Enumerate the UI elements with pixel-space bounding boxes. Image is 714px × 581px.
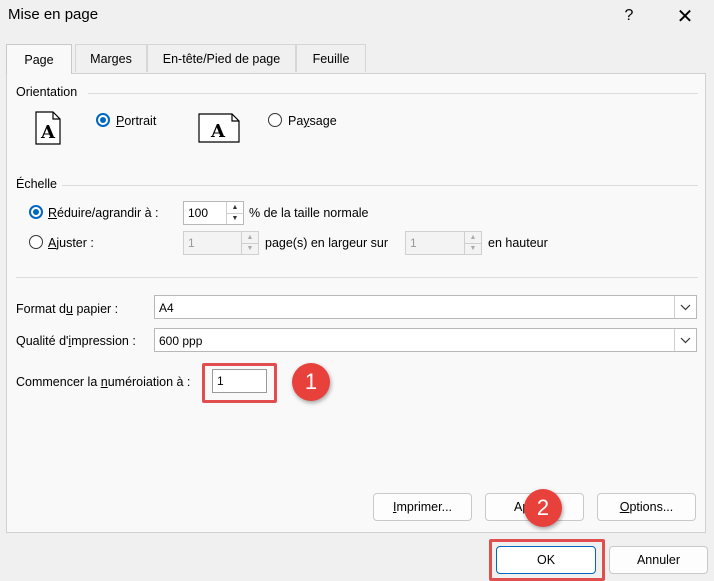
- adjust-to-label[interactable]: Réduire/agrandir à :: [48, 206, 158, 220]
- adjust-to-radio[interactable]: [29, 205, 43, 219]
- spin-down-icon[interactable]: ▼: [227, 214, 243, 225]
- svg-text:A: A: [210, 121, 226, 142]
- pages-tall-value[interactable]: 1: [406, 232, 464, 254]
- first-page-number-input[interactable]: 1: [212, 369, 267, 393]
- svg-text:A: A: [40, 122, 56, 143]
- print-button[interactable]: Imprimer...: [373, 493, 472, 521]
- print-quality-value: 600 ppp: [159, 334, 203, 348]
- tab-label: Feuille: [312, 51, 350, 66]
- close-icon: ✕: [676, 5, 694, 28]
- first-page-number-label: Commencer la numéroiation à :: [16, 375, 190, 389]
- annotation-badge-1: 1: [292, 363, 330, 401]
- landscape-text-a: Pa: [288, 114, 304, 128]
- orientation-separator: [88, 93, 698, 94]
- spin-up-icon[interactable]: ▲: [242, 232, 258, 244]
- options-button[interactable]: Options...: [597, 493, 696, 521]
- section-separator: [16, 277, 698, 278]
- ok-button[interactable]: OK: [496, 546, 596, 574]
- paper-size-accel: u: [66, 302, 73, 316]
- help-icon: ?: [624, 7, 634, 24]
- print-quality-text-a: Qualité d': [16, 334, 69, 348]
- portrait-label[interactable]: Portrait: [116, 114, 156, 128]
- adjust-to-spinner[interactable]: 100 ▲ ▼: [183, 201, 244, 225]
- cancel-button[interactable]: Annuler: [609, 546, 708, 574]
- tab-margins[interactable]: Marges: [75, 44, 147, 72]
- portrait-radio[interactable]: [96, 113, 110, 127]
- landscape-radio[interactable]: [268, 113, 282, 127]
- paper-size-label: Format du papier :: [16, 302, 118, 316]
- first-page-text-a: Commencer la: [16, 375, 101, 389]
- fit-to-label[interactable]: Ajuster :: [48, 236, 94, 250]
- portrait-text: ortrait: [124, 114, 157, 128]
- paper-size-select[interactable]: A4: [154, 295, 697, 319]
- print-quality-text-b: mpression :: [71, 334, 136, 348]
- window-title: Mise en page: [8, 6, 99, 23]
- fit-to-radio[interactable]: [29, 235, 43, 249]
- spin-down-icon[interactable]: ▼: [465, 244, 481, 255]
- print-text: mprimer...: [396, 500, 453, 514]
- close-button[interactable]: ✕: [662, 0, 708, 32]
- landscape-label[interactable]: Paysage: [288, 114, 337, 128]
- landscape-page-icon: A: [198, 113, 240, 146]
- tab-header-footer[interactable]: En-tête/Pied de page: [147, 44, 296, 72]
- spin-up-icon[interactable]: ▲: [465, 232, 481, 244]
- spin-down-icon[interactable]: ▼: [242, 244, 258, 255]
- tab-page[interactable]: Page: [6, 44, 72, 74]
- adjust-to-text: éduire/agrandir à :: [57, 206, 159, 220]
- paper-size-text-b: papier :: [72, 302, 119, 316]
- pages-wide-value[interactable]: 1: [184, 232, 241, 254]
- adjust-to-accel: R: [48, 206, 58, 220]
- options-text: ptions...: [629, 500, 674, 514]
- landscape-text-b: sage: [309, 114, 337, 128]
- annotation-badge-2: 2: [524, 489, 562, 527]
- tab-label: Marges: [90, 51, 132, 66]
- adjust-to-value[interactable]: 100: [184, 202, 226, 224]
- options-accel: O: [619, 500, 630, 514]
- paper-size-value: A4: [159, 301, 174, 315]
- spin-up-icon[interactable]: ▲: [227, 202, 243, 214]
- scale-label: Échelle: [16, 177, 57, 191]
- help-button[interactable]: ?: [606, 0, 652, 32]
- fit-to-suffix: en hauteur: [488, 236, 548, 250]
- first-page-text-b: uméroiation à :: [107, 375, 191, 389]
- chevron-down-icon[interactable]: [674, 329, 696, 351]
- tab-label: Page: [24, 52, 54, 67]
- tab-label: En-tête/Pied de page: [162, 51, 281, 66]
- pages-wide-spinner[interactable]: 1 ▲ ▼: [183, 231, 259, 255]
- portrait-page-icon: A: [30, 111, 66, 145]
- print-quality-select[interactable]: 600 ppp: [154, 328, 697, 352]
- print-quality-label: Qualité d'impression :: [16, 334, 136, 348]
- fit-to-text: juster :: [56, 236, 94, 250]
- chevron-down-icon[interactable]: [674, 296, 696, 318]
- fit-to-middle-text: page(s) en largeur sur: [265, 236, 388, 250]
- paper-size-text-a: Format d: [16, 302, 67, 316]
- orientation-label: Orientation: [16, 85, 78, 99]
- tab-sheet[interactable]: Feuille: [296, 44, 366, 72]
- pages-tall-spinner[interactable]: 1 ▲ ▼: [405, 231, 482, 255]
- adjust-to-suffix: % de la taille normale: [249, 206, 369, 220]
- first-page-accel: n: [100, 375, 108, 389]
- scale-separator: [62, 185, 698, 186]
